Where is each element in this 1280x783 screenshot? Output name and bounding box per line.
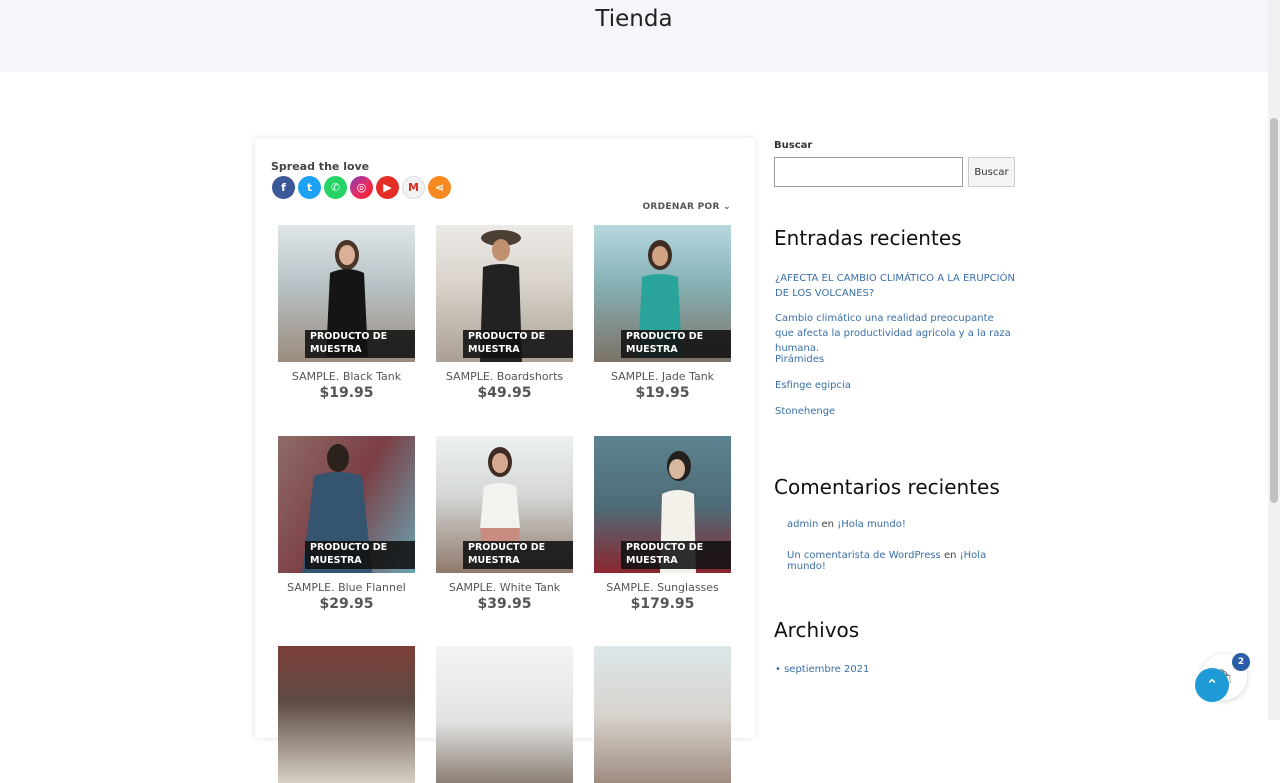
product-name[interactable]: SAMPLE. Boardshorts bbox=[436, 370, 573, 383]
recent-post-link[interactable]: Cambio climático una realidad preocupant… bbox=[775, 311, 1015, 356]
scrollbar-thumb[interactable] bbox=[1270, 118, 1278, 503]
recent-posts-title: Entradas recientes bbox=[774, 226, 962, 250]
recent-post-link[interactable]: Stonehenge bbox=[775, 404, 1015, 419]
share-title: Spread the love bbox=[271, 160, 370, 173]
product-price: $19.95 bbox=[319, 385, 374, 401]
sample-product-badge: PRODUCTO DE MUESTRA bbox=[463, 541, 573, 569]
search-label: Buscar bbox=[774, 140, 813, 151]
product-card[interactable]: PRODUCTO DE MUESTRA SAMPLE. White Tank $… bbox=[436, 436, 573, 612]
recent-comment: Un comentarista de WordPress en ¡Hola mu… bbox=[787, 550, 1019, 572]
facebook-icon[interactable]: f bbox=[272, 176, 295, 199]
comment-separator: en bbox=[943, 550, 957, 561]
product-card[interactable] bbox=[278, 646, 415, 783]
product-image[interactable] bbox=[436, 646, 573, 783]
comment-post-link[interactable]: ¡Hola mundo! bbox=[837, 519, 906, 530]
order-by-dropdown[interactable]: ORDENAR POR ⌄ bbox=[642, 202, 731, 212]
recent-post-link[interactable]: Pirámides bbox=[775, 352, 1015, 367]
product-card[interactable]: PRODUCTO DE MUESTRA SAMPLE. Boardshorts … bbox=[436, 225, 573, 401]
product-price: $19.95 bbox=[635, 385, 690, 401]
product-name[interactable]: SAMPLE. Jade Tank bbox=[594, 370, 731, 383]
comment-author-link[interactable]: Un comentarista de WordPress bbox=[787, 550, 941, 561]
product-price: $49.95 bbox=[477, 385, 532, 401]
product-card[interactable] bbox=[594, 646, 731, 783]
archive-link[interactable]: • septiembre 2021 bbox=[775, 664, 869, 675]
product-image[interactable]: PRODUCTO DE MUESTRA bbox=[278, 225, 415, 362]
recent-comment: admin en ¡Hola mundo! bbox=[787, 519, 906, 530]
sample-product-badge: PRODUCTO DE MUESTRA bbox=[621, 330, 731, 358]
recent-post-link[interactable]: Esfinge egipcia bbox=[775, 378, 1015, 393]
chevron-up-icon: ⌃ bbox=[1205, 676, 1219, 694]
product-image[interactable]: PRODUCTO DE MUESTRA bbox=[594, 436, 731, 573]
product-image[interactable]: PRODUCTO DE MUESTRA bbox=[436, 225, 573, 362]
scrollbar[interactable] bbox=[1268, 0, 1280, 720]
product-card[interactable]: PRODUCTO DE MUESTRA SAMPLE. Jade Tank $1… bbox=[594, 225, 731, 401]
archives-title: Archivos bbox=[774, 618, 860, 642]
order-by-label: ORDENAR POR bbox=[642, 202, 720, 212]
back-to-top-button[interactable]: ⌃ bbox=[1195, 668, 1229, 702]
product-image[interactable]: PRODUCTO DE MUESTRA bbox=[436, 436, 573, 573]
chevron-down-icon: ⌄ bbox=[723, 202, 731, 212]
product-image[interactable]: PRODUCTO DE MUESTRA bbox=[594, 225, 731, 362]
product-name[interactable]: SAMPLE. White Tank bbox=[436, 581, 573, 594]
share-more-icon[interactable]: ⋖ bbox=[428, 176, 451, 199]
cart-count-badge: 2 bbox=[1232, 653, 1250, 671]
youtube-icon[interactable]: ▶ bbox=[376, 176, 399, 199]
product-image[interactable] bbox=[594, 646, 731, 783]
product-card[interactable] bbox=[436, 646, 573, 783]
product-name[interactable]: SAMPLE. Black Tank bbox=[278, 370, 415, 383]
product-image[interactable] bbox=[278, 646, 415, 783]
search-button[interactable]: Buscar bbox=[968, 157, 1015, 187]
shop-content: Spread the love f t ✆ ◎ ▶ M ⋖ ORDENAR PO… bbox=[255, 138, 755, 783]
sample-product-badge: PRODUCTO DE MUESTRA bbox=[305, 541, 415, 569]
gmail-icon[interactable]: M bbox=[402, 176, 425, 199]
recent-post-link[interactable]: ¿AFECTA EL CAMBIO CLIMÁTICO A LA ERUPCIÓ… bbox=[775, 271, 1015, 301]
sample-product-badge: PRODUCTO DE MUESTRA bbox=[463, 330, 573, 358]
product-price: $39.95 bbox=[477, 596, 532, 612]
sample-product-badge: PRODUCTO DE MUESTRA bbox=[621, 541, 731, 569]
product-name[interactable]: SAMPLE. Sunglasses bbox=[594, 581, 731, 594]
product-price: $29.95 bbox=[319, 596, 374, 612]
recent-comments-title: Comentarios recientes bbox=[774, 475, 1000, 499]
product-card[interactable]: PRODUCTO DE MUESTRA SAMPLE. Sunglasses $… bbox=[594, 436, 731, 612]
instagram-icon[interactable]: ◎ bbox=[350, 176, 373, 199]
product-price: $179.95 bbox=[630, 596, 695, 612]
product-card[interactable]: PRODUCTO DE MUESTRA SAMPLE. Blue Flannel… bbox=[278, 436, 415, 612]
sample-product-badge: PRODUCTO DE MUESTRA bbox=[305, 330, 415, 358]
comment-separator: en bbox=[821, 519, 835, 530]
product-image[interactable]: PRODUCTO DE MUESTRA bbox=[278, 436, 415, 573]
social-share-bar: f t ✆ ◎ ▶ M ⋖ bbox=[272, 176, 451, 199]
whatsapp-icon[interactable]: ✆ bbox=[324, 176, 347, 199]
twitter-icon[interactable]: t bbox=[298, 176, 321, 199]
product-name[interactable]: SAMPLE. Blue Flannel bbox=[278, 581, 415, 594]
page-title: Tienda bbox=[595, 6, 673, 32]
product-card[interactable]: PRODUCTO DE MUESTRA SAMPLE. Black Tank $… bbox=[278, 225, 415, 401]
comment-author-link[interactable]: admin bbox=[787, 519, 818, 530]
search-input[interactable] bbox=[774, 157, 963, 187]
archive-month[interactable]: septiembre 2021 bbox=[784, 664, 869, 675]
page-header: Tienda bbox=[0, 0, 1268, 72]
